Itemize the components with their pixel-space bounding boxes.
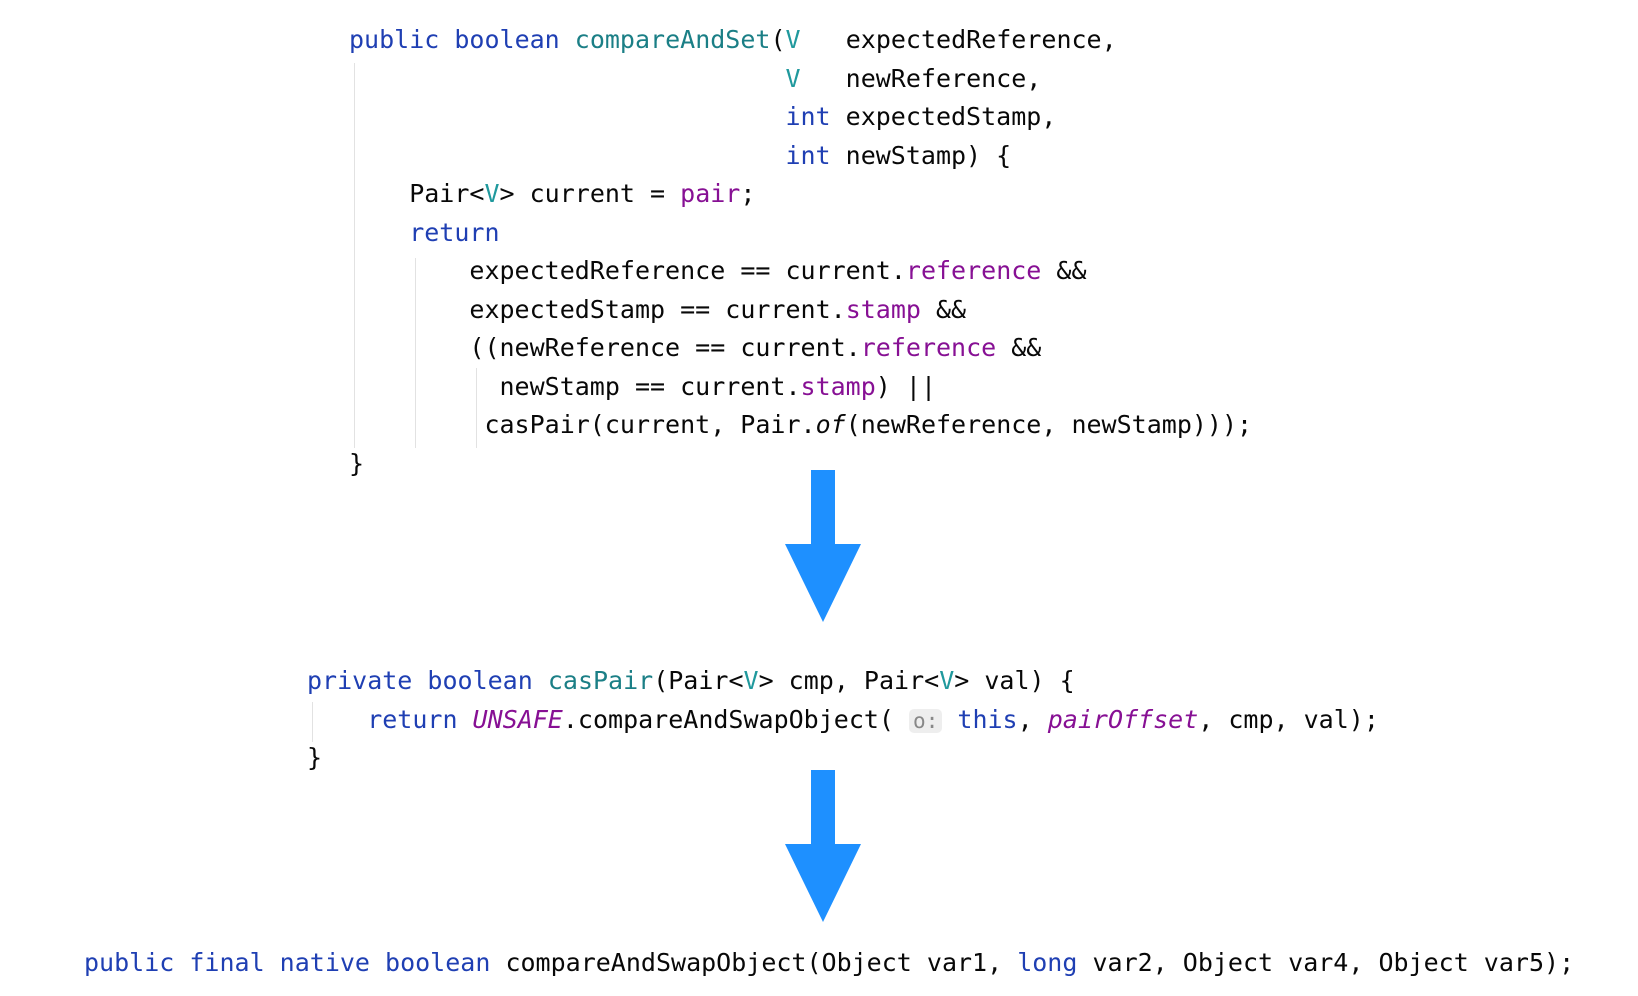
arrow-down-icon <box>785 470 861 622</box>
code-token: of <box>815 410 846 439</box>
code-token: boolean <box>454 25 575 54</box>
code-token: V <box>484 179 500 208</box>
code-token: ( <box>770 25 786 54</box>
code-line: int expectedStamp, <box>785 98 1056 136</box>
code-token: , cmp, val); <box>1198 704 1379 734</box>
code-token: compareAndSwapObject(Object var1, <box>505 948 1018 977</box>
arrow-down-icon <box>785 770 861 922</box>
code-token: boolean <box>427 666 548 695</box>
code-token: V <box>785 25 801 54</box>
code-line: } <box>307 739 322 777</box>
code-token: expectedStamp, <box>830 102 1057 131</box>
code-token: reference <box>860 333 997 362</box>
code-token: int <box>785 102 831 131</box>
code-line: public boolean compareAndSet(V expectedR… <box>349 21 1117 59</box>
code-token: var2, Object var4, Object var5); <box>1077 948 1575 977</box>
code-token: long <box>1017 948 1078 977</box>
code-line: return UNSAFE.compareAndSwapObject( o: t… <box>367 701 1379 739</box>
code-line: ((newReference == current.reference && <box>469 329 1041 367</box>
code-line: casPair(current, Pair.of(newReference, n… <box>484 406 1252 444</box>
code-token: stamp <box>845 294 921 324</box>
code-line: int newStamp) { <box>785 137 1011 175</box>
code-token: newReference, <box>800 63 1042 93</box>
code-token: return <box>367 704 473 734</box>
code-token: expectedReference == current. <box>469 256 906 285</box>
code-line: public final native boolean compareAndSw… <box>84 944 1574 982</box>
code-token: UNSAFE <box>472 704 563 734</box>
code-line: return <box>409 214 499 252</box>
code-token: int <box>785 140 831 170</box>
code-token: public <box>84 948 190 977</box>
code-token: compareAndSet <box>574 25 771 54</box>
code-line: } <box>349 445 364 483</box>
code-token: ; <box>740 179 756 208</box>
code-token: casPair <box>547 666 654 695</box>
code-token: stamp <box>800 371 876 401</box>
indent-guide <box>476 368 477 448</box>
code-token: native <box>279 948 386 977</box>
code-token: V <box>785 63 801 93</box>
indent-guide <box>312 702 313 742</box>
indent-guide <box>415 258 416 448</box>
code-token: this <box>957 704 1018 734</box>
code-token: > current = <box>499 179 681 208</box>
code-token: V <box>743 666 759 695</box>
code-token: (Pair< <box>653 666 744 695</box>
code-token: .compareAndSwapObject( <box>562 704 910 734</box>
code-token: pairOffset <box>1047 704 1199 734</box>
code-token: ((newReference == current. <box>469 333 861 362</box>
code-token: private <box>307 666 428 695</box>
code-token: newStamp) { <box>830 140 1012 170</box>
code-token: > val) { <box>954 666 1075 695</box>
code-line: Pair<V> current = pair; <box>409 175 755 213</box>
code-token: Pair< <box>409 179 485 208</box>
code-line: expectedReference == current.reference &… <box>469 252 1086 290</box>
code-token: } <box>349 448 365 478</box>
code-token: expectedStamp == current. <box>469 294 846 324</box>
code-line: private boolean casPair(Pair<V> cmp, Pai… <box>307 662 1075 700</box>
code-token: > cmp, Pair< <box>758 666 940 695</box>
code-token: public <box>349 25 455 54</box>
code-token: final <box>189 948 280 977</box>
code-token: V <box>939 666 955 695</box>
code-token: && <box>996 333 1042 362</box>
code-line: expectedStamp == current.stamp && <box>469 291 966 329</box>
code-token: return <box>409 217 500 247</box>
code-token: ) || <box>875 371 937 401</box>
code-token: && <box>920 294 967 324</box>
code-line: V newReference, <box>785 60 1041 98</box>
code-token: expectedReference, <box>800 25 1117 54</box>
code-token: (newReference, newStamp))); <box>845 410 1253 439</box>
parameter-hint: o: <box>909 708 943 733</box>
code-token: pair <box>680 179 741 208</box>
code-token: boolean <box>385 948 506 977</box>
code-token: reference <box>905 256 1042 285</box>
code-token: && <box>1041 256 1087 285</box>
code-token: casPair(current, Pair. <box>484 410 816 439</box>
code-token: } <box>307 743 323 772</box>
code-token: newStamp == current. <box>499 371 801 401</box>
indent-guide <box>354 63 355 448</box>
code-line: newStamp == current.stamp) || <box>500 368 937 406</box>
code-token: , <box>1017 704 1048 734</box>
